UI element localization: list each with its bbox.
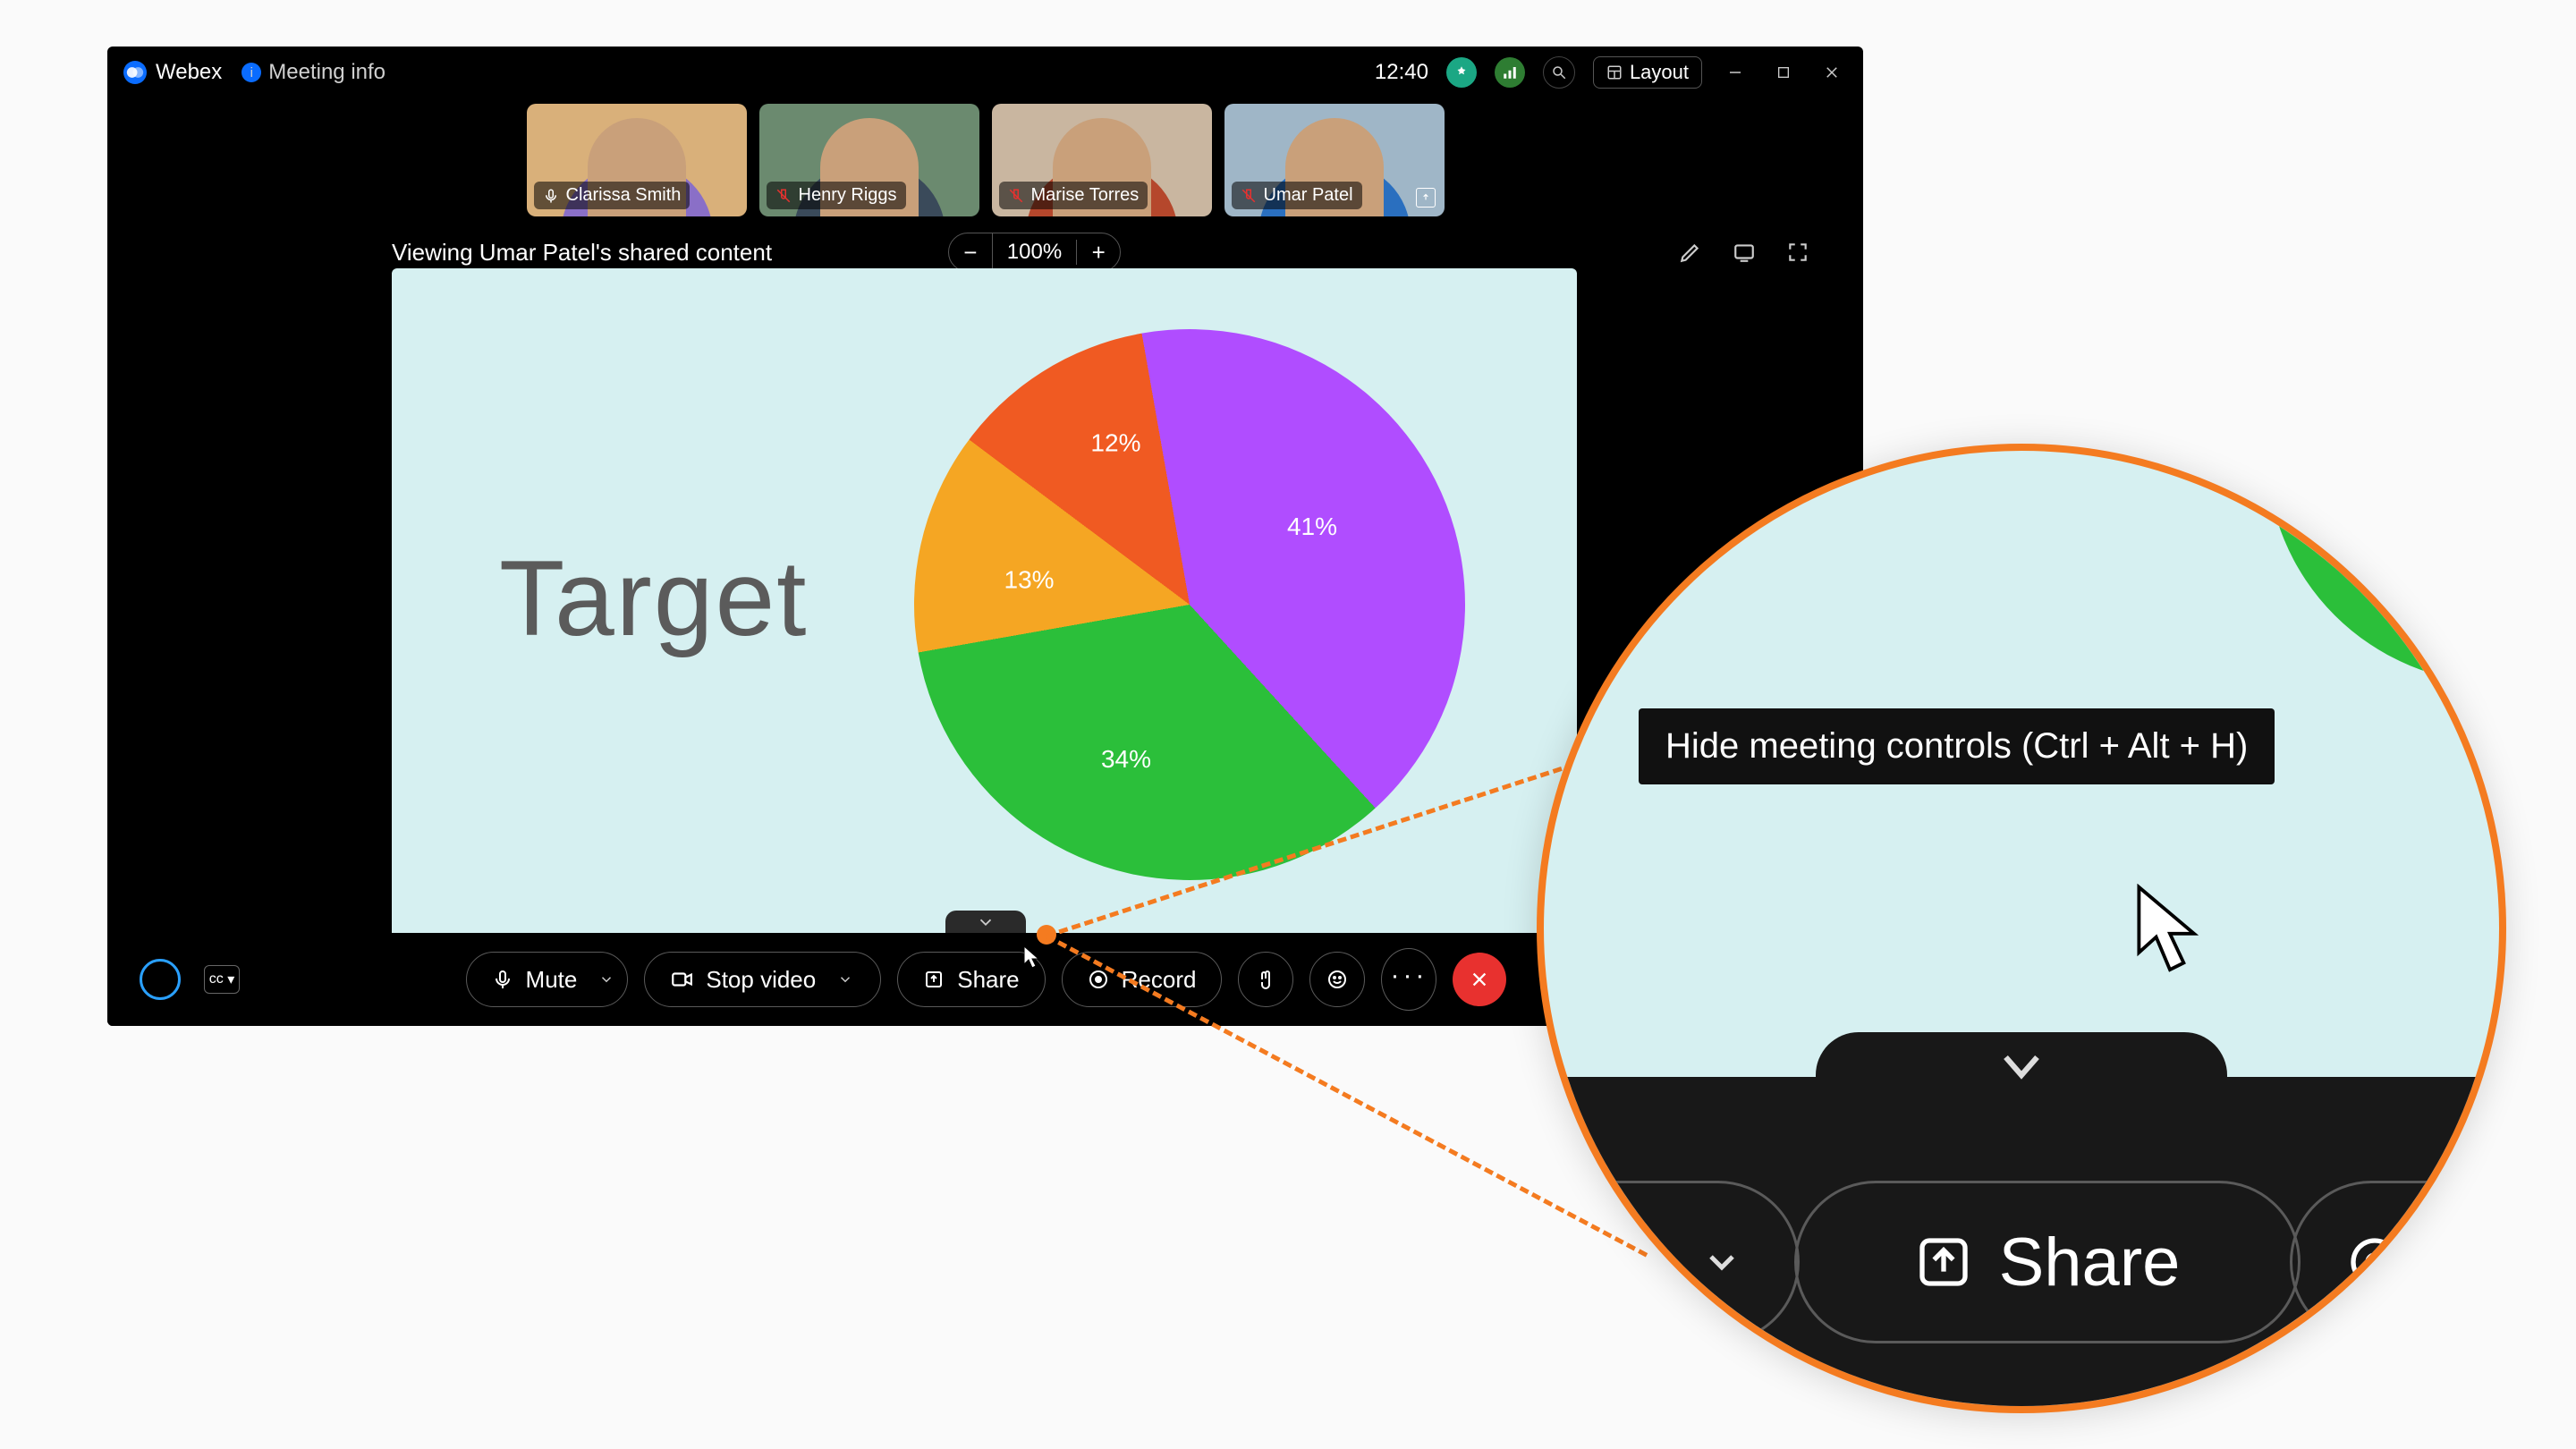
tooltip-text: Hide meeting controls (Ctrl + Alt + H) (1665, 726, 2248, 766)
pie-label-d: 12% (1090, 429, 1140, 458)
shared-slide: Target 41% 34% 13% 12% (392, 268, 1577, 939)
content-header-icons (1677, 239, 1811, 266)
cursor-icon (1024, 946, 1042, 970)
annotate-icon[interactable] (1677, 239, 1704, 266)
share-up-icon (923, 969, 945, 990)
participant-label: Clarissa Smith (534, 182, 691, 209)
close-button[interactable] (1817, 57, 1847, 88)
mic-icon (492, 969, 513, 990)
video-icon (670, 968, 693, 991)
popout-icon[interactable] (1731, 239, 1758, 266)
mute-chevron-icon[interactable] (597, 970, 616, 989)
slide-title: Target (499, 537, 809, 660)
share-label: Share (957, 966, 1019, 994)
mag-record-button-partial[interactable] (2290, 1181, 2506, 1343)
participant-label: Henry Riggs (767, 182, 906, 209)
chevron-down-icon (1700, 1241, 1743, 1284)
webex-logo-icon (123, 61, 147, 84)
brand-name: Webex (156, 60, 222, 85)
participant-label: Marise Torres (999, 182, 1148, 209)
cursor-icon-large (2134, 884, 2206, 973)
zoom-value: 100% (993, 240, 1077, 265)
mic-icon (543, 188, 559, 204)
toolbar-left: cc ▾ (140, 959, 240, 1000)
stop-video-label: Stop video (706, 966, 816, 994)
reactions-button[interactable] (1309, 952, 1365, 1007)
participant-thumb[interactable]: Umar Patel (1224, 104, 1445, 216)
hide-controls-tooltip: Hide meeting controls (Ctrl + Alt + H) (1639, 708, 2275, 784)
brand[interactable]: Webex (123, 60, 222, 85)
zoom-out-button[interactable]: − (949, 233, 993, 271)
more-options-button[interactable]: ··· (1381, 948, 1436, 1011)
mag-video-button-partial[interactable]: eo (1537, 1181, 1800, 1343)
zoom-control: − 100% + (948, 233, 1121, 272)
mic-muted-icon (775, 188, 792, 204)
share-button[interactable]: Share (897, 952, 1045, 1007)
meeting-info-button[interactable]: i Meeting info (242, 60, 386, 85)
pie-label-b: 34% (1101, 745, 1151, 774)
share-up-icon (1915, 1233, 1972, 1291)
video-chevron-icon[interactable] (835, 970, 855, 989)
participant-thumb[interactable]: Henry Riggs (759, 104, 979, 216)
clock: 12:40 (1375, 60, 1428, 85)
sharing-badge-icon (1416, 188, 1436, 208)
minimize-button[interactable] (1720, 57, 1750, 88)
title-bar-right: 12:40 Layout (1375, 56, 1847, 89)
pie-label-c: 13% (1004, 566, 1055, 595)
pie-fragment (2267, 444, 2506, 683)
info-icon: i (242, 63, 261, 82)
participant-thumb[interactable]: Marise Torres (992, 104, 1212, 216)
status-dot-icon[interactable] (1446, 57, 1477, 88)
mute-button[interactable]: Mute (466, 952, 629, 1007)
participant-thumb[interactable]: Clarissa Smith (527, 104, 747, 216)
pie-label-a: 41% (1287, 513, 1337, 541)
participant-label: Umar Patel (1232, 182, 1362, 209)
network-status-icon[interactable] (1495, 57, 1525, 88)
leave-meeting-button[interactable] (1453, 953, 1506, 1006)
zoom-in-button[interactable]: + (1077, 233, 1120, 271)
layout-button[interactable]: Layout (1593, 56, 1702, 89)
toolbar-center: Mute Stop video Share Record (466, 948, 1507, 1011)
title-bar: Webex i Meeting info 12:40 (107, 47, 1863, 98)
filmstrip: Clarissa Smith Henry Riggs Marise Torres (107, 104, 1863, 216)
title-bar-left: Webex i Meeting info (123, 60, 386, 85)
mag-share-button[interactable]: Share (1794, 1181, 2301, 1343)
stop-video-button[interactable]: Stop video (644, 952, 881, 1007)
search-icon[interactable] (1543, 56, 1575, 89)
meeting-info-label: Meeting info (268, 60, 386, 85)
mag-video-fragment: eo (1597, 1224, 1674, 1301)
mag-toolbar: eo Share (1544, 1077, 2499, 1406)
mic-muted-icon (1241, 188, 1257, 204)
record-icon (2346, 1233, 2403, 1291)
mic-muted-icon (1008, 188, 1024, 204)
collapse-controls-button[interactable] (945, 911, 1026, 934)
mag-share-label: Share (1999, 1224, 2181, 1301)
magnifier-callout: Hide meeting controls (Ctrl + Alt + H) e… (1537, 444, 2506, 1413)
record-button[interactable]: Record (1062, 952, 1223, 1007)
mag-collapse-button[interactable] (1816, 1032, 2227, 1100)
mute-label: Mute (526, 966, 578, 994)
raise-hand-button[interactable] (1238, 952, 1293, 1007)
cc-button[interactable]: cc ▾ (204, 965, 240, 994)
viewing-label: Viewing Umar Patel's shared content (392, 239, 772, 267)
fullscreen-icon[interactable] (1784, 239, 1811, 266)
pie-chart: 41% 34% 13% 12% (870, 285, 1509, 924)
layout-label: Layout (1630, 61, 1689, 84)
self-avatar[interactable] (140, 959, 181, 1000)
record-icon (1088, 969, 1109, 990)
maximize-button[interactable] (1768, 57, 1799, 88)
